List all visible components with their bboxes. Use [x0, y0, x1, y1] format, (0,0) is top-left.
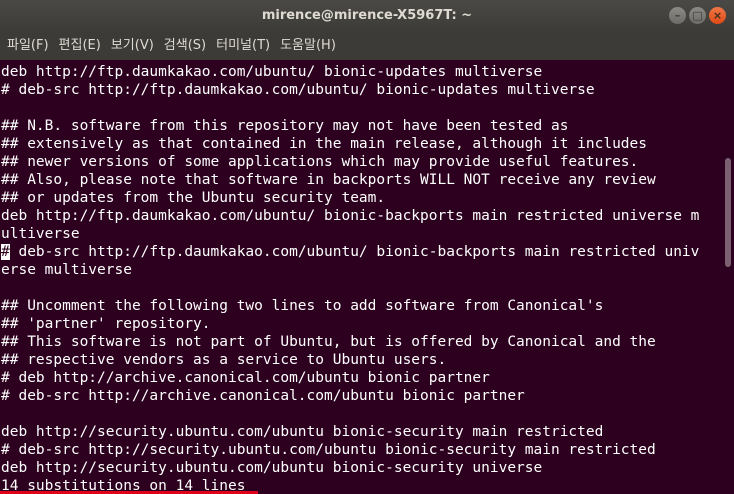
terminal-line: ## extensively as that contained in the …	[1, 136, 648, 152]
terminal-line: ## Uncomment the following two lines to …	[1, 298, 604, 314]
maximize-icon[interactable]: □	[689, 7, 706, 24]
terminal-line: ## newer versions of some applications w…	[1, 154, 639, 170]
terminal-line: ## Also, please note that software in ba…	[1, 172, 656, 188]
terminal-line: # deb-src http://archive.canonical.com/u…	[1, 388, 525, 404]
terminal-line: # deb-src http://security.ubuntu.com/ubu…	[1, 442, 656, 458]
terminal-line: ultiverse	[1, 226, 80, 242]
terminal-line: # deb-src http://ftp.daumkakao.com/ubunt…	[1, 82, 595, 98]
menu-edit[interactable]: 편집(E)	[54, 32, 106, 60]
terminal-line: # deb http://archive.canonical.com/ubunt…	[1, 370, 490, 386]
terminal-line: deb http://ftp.daumkakao.com/ubuntu/ bio…	[1, 208, 700, 224]
terminal-output[interactable]: deb http://ftp.daumkakao.com/ubuntu/ bio…	[0, 60, 722, 494]
terminal-line: ## respective vendors as a service to Ub…	[1, 352, 447, 368]
terminal-line: ## 'partner' repository.	[1, 316, 211, 332]
terminal-lines: deb http://ftp.daumkakao.com/ubuntu/ bio…	[1, 63, 699, 494]
terminal-line: deb http://security.ubuntu.com/ubuntu bi…	[1, 424, 604, 440]
terminal-line: ## N.B. software from this repository ma…	[1, 118, 569, 134]
menu-bar: 파일(F) 편집(E) 보기(V) 검색(S) 터미널(T) 도움말(H)	[0, 32, 734, 60]
terminal-line: deb http://security.ubuntu.com/ubuntu bi…	[1, 460, 543, 476]
menu-help[interactable]: 도움말(H)	[275, 32, 341, 60]
close-icon[interactable]: ×	[709, 7, 726, 24]
scroll-thumb[interactable]	[725, 158, 731, 267]
text-cursor: #	[1, 244, 10, 260]
terminal-line: # deb-src http://ftp.daumkakao.com/ubunt…	[1, 244, 700, 260]
terminal-window: mirence@mirence-X5967T: ~ – □ × 파일(F) 편집…	[0, 0, 734, 494]
menu-terminal[interactable]: 터미널(T)	[211, 32, 275, 60]
terminal-line: deb http://ftp.daumkakao.com/ubuntu/ bio…	[1, 64, 543, 80]
terminal-line: ## or updates from the Ubuntu security t…	[1, 190, 386, 206]
scrollbar[interactable]	[722, 60, 734, 494]
menu-search[interactable]: 검색(S)	[159, 32, 211, 60]
terminal-line: ## This software is not part of Ubuntu, …	[1, 334, 656, 350]
minimize-icon[interactable]: –	[669, 7, 686, 24]
menu-file[interactable]: 파일(F)	[2, 32, 54, 60]
title-bar[interactable]: mirence@mirence-X5967T: ~ – □ ×	[0, 0, 734, 32]
window-controls: – □ ×	[669, 7, 726, 24]
terminal-line: erse multiverse	[1, 262, 132, 278]
window-title: mirence@mirence-X5967T: ~	[261, 8, 473, 23]
menu-view[interactable]: 보기(V)	[106, 32, 159, 60]
